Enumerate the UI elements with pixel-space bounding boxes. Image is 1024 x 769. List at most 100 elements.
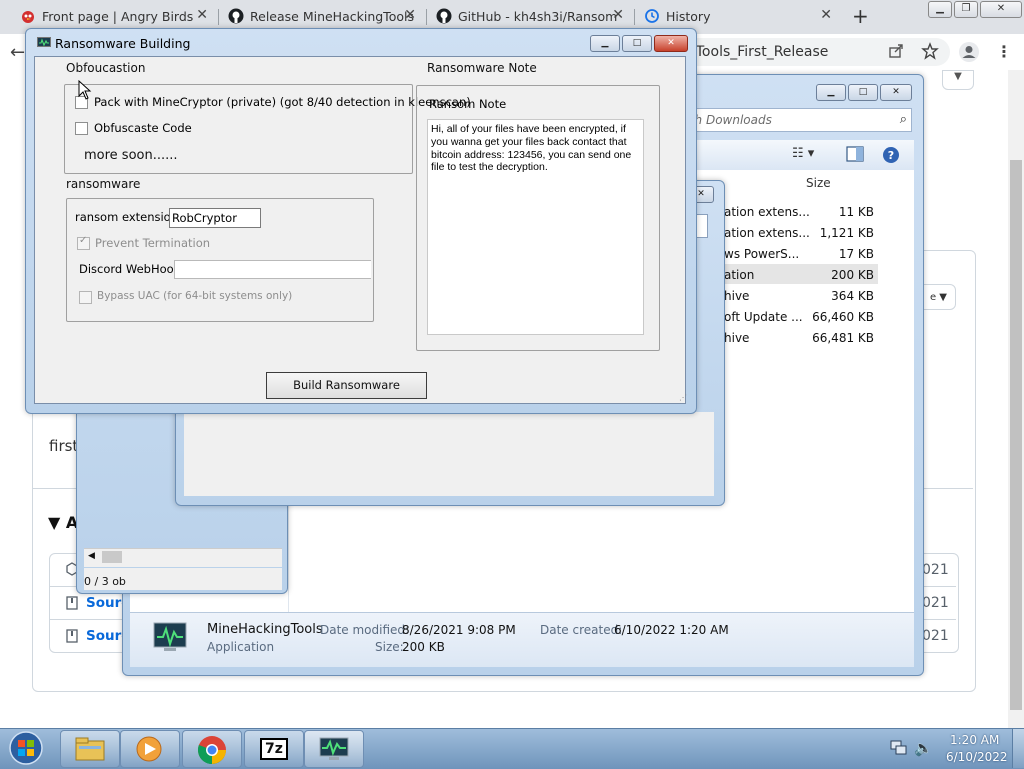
bypass-uac-label: Bypass UAC (for 64-bit systems only): [97, 290, 293, 302]
tab-label: GitHub - kh4sh3i/Ransom: [458, 9, 618, 24]
close-icon[interactable]: ✕: [196, 7, 208, 23]
prevent-termination-label: Prevent Termination: [95, 236, 211, 250]
ransom-note-label: Ransom Note: [429, 97, 507, 111]
asset-date: 021: [922, 562, 949, 578]
scroll-left-icon[interactable]: ◀: [88, 551, 95, 561]
taskbar-minehackingtools[interactable]: [304, 730, 364, 768]
checkbox-box[interactable]: [75, 122, 88, 135]
discord-webhook-label: Discord WebHook:: [79, 262, 185, 276]
show-desktop-button[interactable]: [1012, 729, 1024, 768]
tar-file-icon: [66, 629, 78, 643]
ransom-extension-input[interactable]: [169, 208, 261, 228]
file-row-name[interactable]: hive: [724, 331, 749, 345]
builder-maximize-icon[interactable]: □: [622, 35, 652, 52]
ransomware-group-label: ransomware: [66, 177, 141, 191]
clock-time[interactable]: 1:20 AM: [950, 733, 999, 747]
asset-date: 021: [922, 595, 949, 611]
view-options-icon[interactable]: ☷ ▾: [792, 146, 814, 161]
ransom-extension-label: ransom extension:: [75, 210, 182, 224]
size-label: Size:: [375, 640, 404, 654]
taskbar-chrome[interactable]: [182, 730, 242, 768]
share-icon[interactable]: [888, 43, 904, 59]
tab-separator: [218, 9, 219, 25]
horizontal-scrollbar[interactable]: ◀: [84, 548, 282, 567]
obfuscate-code-label: Obfuscaste Code: [94, 121, 192, 135]
size-column-header[interactable]: Size: [806, 176, 831, 190]
minimize-icon[interactable]: ▁: [928, 1, 952, 18]
size-value: 200 KB: [402, 640, 445, 654]
tab-separator: [634, 9, 635, 25]
bypass-uac-checkbox[interactable]: [79, 290, 92, 304]
network-tray-icon[interactable]: [890, 740, 908, 756]
triangle-down-icon: ▼: [48, 513, 66, 532]
explorer-close-icon[interactable]: ✕: [880, 84, 912, 101]
tab-github-kh4sh3i[interactable]: GitHub - kh4sh3i/Ransom ✕: [434, 4, 630, 30]
explorer-search-box[interactable]: rch Downloads ⌕: [676, 108, 912, 132]
close-icon[interactable]: ✕: [612, 7, 624, 23]
svg-text:?: ?: [888, 149, 894, 162]
window-title: Ransomware Building: [55, 36, 191, 51]
file-row-size: 11 KB: [838, 205, 874, 219]
profile-avatar-icon[interactable]: [958, 41, 980, 63]
angry-bird-icon: [22, 11, 34, 23]
file-row-name[interactable]: hive: [724, 289, 749, 303]
build-ransomware-button[interactable]: Build Ransomware: [266, 372, 427, 399]
minehackingtools-icon: [319, 737, 349, 760]
pack-minecryptor-label: Pack with MineCryptor (private) (got 8/4…: [94, 95, 471, 109]
start-button-icon[interactable]: [6, 730, 46, 766]
date-modified-value: 8/26/2021 9:08 PM: [402, 623, 516, 637]
zip-file-icon: [66, 596, 78, 610]
discord-webhook-input[interactable]: [174, 260, 371, 279]
tab-label: Front page | Angry Birds: [42, 9, 194, 24]
media-player-icon: [136, 736, 162, 762]
tab-angry-birds[interactable]: Front page | Angry Birds ✕: [18, 4, 214, 30]
builder-close-icon[interactable]: ✕: [654, 35, 688, 52]
preview-pane-icon[interactable]: [846, 146, 864, 162]
file-row-name[interactable]: ation: [724, 268, 754, 282]
github-icon: [228, 8, 244, 24]
obfuscate-code-checkbox[interactable]: [75, 121, 88, 135]
search-icon[interactable]: ⌕: [900, 112, 907, 127]
7zip-icon: 7z: [260, 738, 288, 760]
file-row-name[interactable]: ws PowerS...: [724, 247, 799, 261]
builder-minimize-icon[interactable]: ▁: [590, 35, 620, 52]
more-soon-label: more soon......: [84, 148, 178, 163]
close-icon[interactable]: ✕: [404, 7, 416, 23]
taskbar-7zip[interactable]: 7z: [244, 730, 304, 768]
taskbar-explorer[interactable]: [60, 730, 120, 768]
note-group-label: Ransomware Note: [427, 61, 537, 75]
explorer-maximize-icon[interactable]: □: [848, 84, 878, 101]
assets-header[interactable]: ▼ A: [48, 513, 78, 532]
dropdown-chevron-icon[interactable]: ▼: [942, 70, 974, 90]
date-modified-label: Date modified:: [320, 623, 410, 637]
dialog-body: [184, 412, 714, 496]
ransom-note-textarea[interactable]: Hi, all of your files have been encrypte…: [427, 119, 644, 335]
mouse-cursor-icon: [78, 80, 92, 100]
checkmark-icon: ✓: [79, 235, 88, 246]
page-scrollbar-thumb[interactable]: [1010, 160, 1022, 710]
close-window-icon[interactable]: ✕: [980, 1, 1022, 18]
tab-release-minehackingtools[interactable]: Release MineHackingTools ✕: [226, 4, 422, 30]
history-icon: [645, 9, 659, 23]
checkbox-box[interactable]: [79, 291, 92, 304]
taskbar-media-player[interactable]: [120, 730, 180, 768]
scrollbar-thumb[interactable]: [102, 551, 122, 563]
tab-label: History: [666, 9, 711, 24]
browser-menu-icon[interactable]: ⋮: [996, 42, 1012, 61]
close-icon[interactable]: ✕: [820, 7, 832, 23]
status-text: 0 / 3 ob: [84, 575, 126, 588]
details-filename: MineHackingTools: [207, 622, 323, 637]
clock-date[interactable]: 6/10/2022: [946, 750, 1008, 764]
help-icon[interactable]: ?: [882, 146, 900, 164]
volume-tray-icon[interactable]: 🔈: [914, 739, 933, 757]
resize-grip-icon[interactable]: ⋰: [679, 393, 687, 402]
explorer-minimize-icon[interactable]: ▁: [816, 84, 846, 101]
prevent-termination-checkbox[interactable]: ✓: [77, 235, 90, 250]
checkbox-box[interactable]: ✓: [77, 235, 90, 250]
tab-history[interactable]: History ✕: [642, 4, 838, 30]
new-tab-icon[interactable]: +: [852, 4, 869, 28]
back-arrow-icon[interactable]: ←: [10, 42, 25, 63]
restore-icon[interactable]: ❐: [954, 1, 978, 18]
bookmark-star-icon[interactable]: [921, 42, 939, 60]
minehackingtools-app-icon: [153, 622, 187, 651]
